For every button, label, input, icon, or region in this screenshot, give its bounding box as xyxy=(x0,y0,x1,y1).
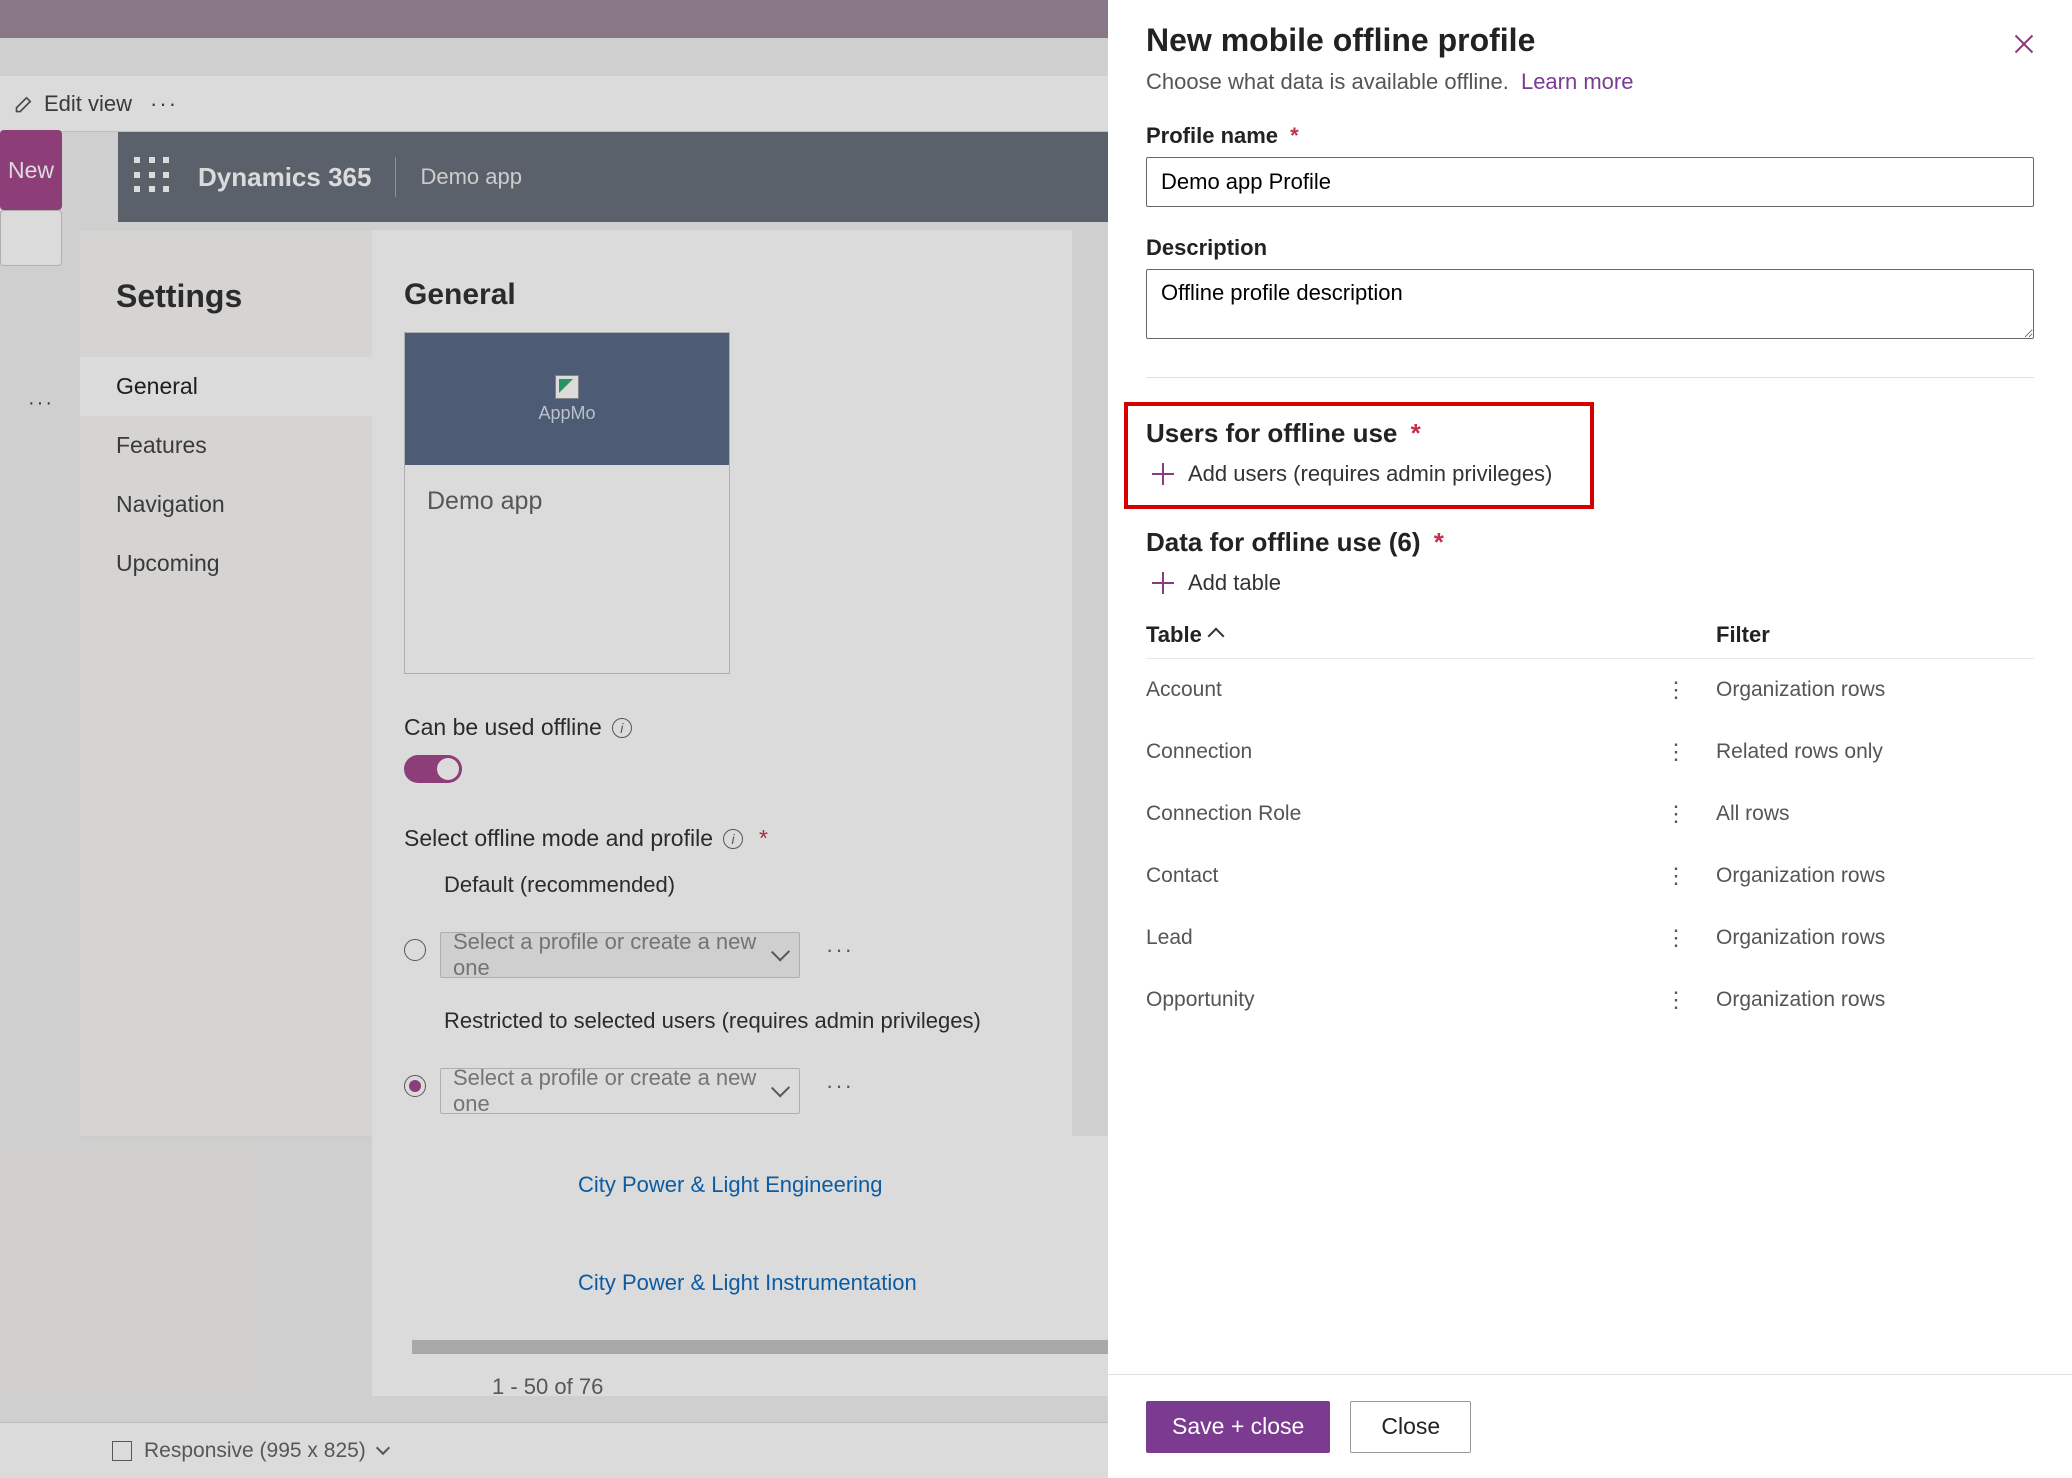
table-row: Connection Role⋮All rows xyxy=(1146,783,2034,845)
learn-more-link[interactable]: Learn more xyxy=(1521,69,1634,94)
table-cell-filter: Organization rows xyxy=(1716,926,1885,950)
close-button[interactable]: Close xyxy=(1350,1401,1471,1453)
table-cell-name: Connection xyxy=(1146,740,1636,764)
add-users-label: Add users (requires admin privileges) xyxy=(1188,461,1552,487)
row-more-icon[interactable]: ⋮ xyxy=(1636,677,1716,703)
column-table-label: Table xyxy=(1146,622,1202,648)
users-section-highlight: Users for offline use * Add users (requi… xyxy=(1124,402,1594,509)
plus-icon xyxy=(1152,572,1174,594)
table-cell-filter: Organization rows xyxy=(1716,678,1885,702)
table-row: Contact⋮Organization rows xyxy=(1146,845,2034,907)
table-cell-name: Lead xyxy=(1146,926,1636,950)
required-marker: * xyxy=(1411,418,1421,448)
table-row: Opportunity⋮Organization rows xyxy=(1146,969,2034,1031)
profile-name-label: Profile name xyxy=(1146,123,1278,148)
description-input[interactable] xyxy=(1146,269,2034,339)
table-header: Table Filter xyxy=(1146,602,2034,659)
panel-title: New mobile offline profile xyxy=(1146,22,2034,59)
panel-footer: Save + close Close xyxy=(1108,1374,2072,1478)
table-row: Lead⋮Organization rows xyxy=(1146,907,2034,969)
table-row: Account⋮Organization rows xyxy=(1146,659,2034,721)
row-more-icon[interactable]: ⋮ xyxy=(1636,863,1716,889)
description-label: Description xyxy=(1146,235,1267,260)
close-icon[interactable] xyxy=(2012,32,2036,56)
modal-scrim xyxy=(0,0,1108,1478)
table-cell-name: Opportunity xyxy=(1146,988,1636,1012)
table-cell-name: Contact xyxy=(1146,864,1636,888)
offline-profile-panel: New mobile offline profile Choose what d… xyxy=(1108,0,2072,1478)
add-users-button[interactable]: Add users (requires admin privileges) xyxy=(1146,461,1572,487)
required-marker: * xyxy=(1434,527,1444,557)
table-cell-filter: Organization rows xyxy=(1716,988,1885,1012)
users-section-heading: Users for offline use xyxy=(1146,418,1397,448)
data-section-heading: Data for offline use (6) xyxy=(1146,527,1420,557)
profile-name-input[interactable] xyxy=(1146,157,2034,207)
table-cell-name: Account xyxy=(1146,678,1636,702)
column-table-header[interactable]: Table xyxy=(1146,622,1636,648)
add-table-label: Add table xyxy=(1188,570,1281,596)
column-filter-header[interactable]: Filter xyxy=(1716,622,1770,648)
row-more-icon[interactable]: ⋮ xyxy=(1636,801,1716,827)
row-more-icon[interactable]: ⋮ xyxy=(1636,925,1716,951)
divider xyxy=(1146,377,2034,378)
table-cell-filter: Organization rows xyxy=(1716,864,1885,888)
panel-subtitle: Choose what data is available offline. xyxy=(1146,69,1509,94)
add-table-button[interactable]: Add table xyxy=(1146,570,2034,596)
required-marker: * xyxy=(1290,123,1299,148)
table-cell-name: Connection Role xyxy=(1146,802,1636,826)
table-cell-filter: All rows xyxy=(1716,802,1790,826)
plus-icon xyxy=(1152,463,1174,485)
table-cell-filter: Related rows only xyxy=(1716,740,1883,764)
sort-asc-icon xyxy=(1207,628,1224,645)
row-more-icon[interactable]: ⋮ xyxy=(1636,739,1716,765)
table-row: Connection⋮Related rows only xyxy=(1146,721,2034,783)
save-close-button[interactable]: Save + close xyxy=(1146,1401,1330,1453)
row-more-icon[interactable]: ⋮ xyxy=(1636,987,1716,1013)
